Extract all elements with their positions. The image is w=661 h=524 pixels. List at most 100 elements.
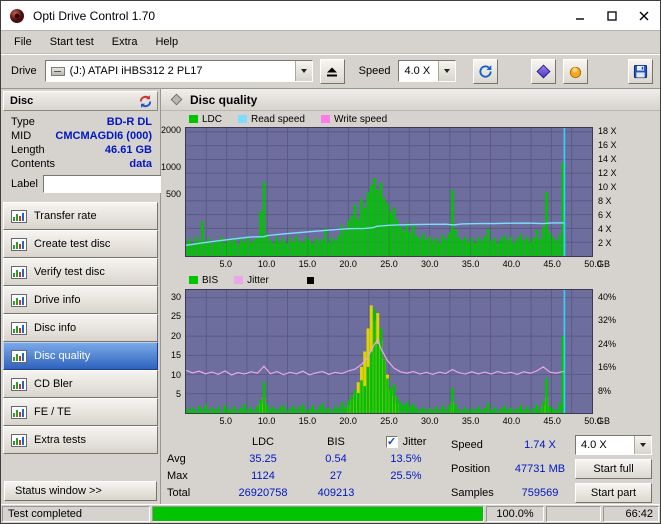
jitter-label: Jitter [402, 435, 427, 448]
chart-icon [11, 237, 27, 251]
axis-label: 5 [175, 389, 181, 400]
axis-label: 15 [170, 350, 181, 361]
legend-swatch [234, 276, 244, 284]
axis-label: 45.0 [543, 259, 561, 269]
sidebar-button-verify-test-disc[interactable]: Verify test disc [3, 258, 158, 286]
chart2-legend: BIS Jitter [189, 274, 314, 286]
sidebar-button-label: Disc quality [34, 350, 91, 362]
speed-dropdown-arrow[interactable] [438, 61, 456, 81]
axis-label: 16 X [598, 139, 617, 150]
max-row: Max 1124 27 25.5% [167, 467, 445, 484]
ldc-column-header: LDC [251, 435, 274, 448]
menu-extra[interactable]: Extra [103, 33, 147, 51]
axis-label: 10.0 [257, 416, 276, 426]
axis-label: 14 X [598, 153, 617, 164]
drive-select[interactable]: (J:) ATAPI iHBS312 2 PL17 [44, 60, 313, 82]
results-area: LDC BIS ✓ Jitter Avg 35.25 0.54 13.5% Ma… [161, 433, 660, 504]
status-window-button[interactable]: Status window >> [4, 481, 157, 501]
axis-label: 2000 [160, 125, 181, 136]
jitter-y-axis: 40% 32% 24% 16% 8% [595, 289, 635, 414]
position-label: Position [451, 463, 491, 475]
speed-value: 4.0 X [404, 65, 431, 77]
axis-label: 2 X [598, 237, 612, 248]
status-text: Test completed [2, 506, 150, 522]
axis-label: 5.0 [219, 416, 233, 426]
disc-header-label: Disc [10, 95, 34, 107]
sidebar-button-label: Verify test disc [34, 266, 105, 278]
axis-label: GB [597, 259, 611, 269]
sidebar-button-cd-bler[interactable]: CD Bler [3, 370, 158, 398]
close-button[interactable] [628, 1, 660, 30]
disc-info-row: MID CMCMAGDI6 (000) [3, 129, 158, 143]
tools-button[interactable] [563, 58, 588, 84]
maximize-button[interactable] [596, 1, 628, 30]
sidebar-button-label: Extra tests [34, 434, 86, 446]
refresh-button[interactable] [473, 58, 499, 84]
disc-quality-quick-button[interactable] [531, 58, 556, 84]
legend-swatch [189, 115, 198, 123]
test-controls: Speed 1.74 X 4.0 X Position 47731 MB Sta… [451, 433, 654, 505]
sidebar-button-drive-info[interactable]: Drive info [3, 286, 158, 314]
drive-icon [50, 66, 65, 76]
axis-label: 16% [598, 362, 617, 373]
start-full-button[interactable]: Start full [575, 459, 652, 479]
start-part-button[interactable]: Start part [575, 483, 652, 503]
disc-type-value: BD-R DL [106, 116, 152, 128]
eject-icon [327, 67, 338, 76]
sidebar-button-transfer-rate[interactable]: Transfer rate [3, 202, 158, 230]
legend-label: Read speed [251, 113, 305, 125]
progress-fill [153, 507, 483, 521]
axis-label: 8 X [598, 195, 612, 206]
results-header-row: LDC BIS ✓ Jitter [167, 433, 445, 450]
disc-mid-value: CMCMAGDI6 (000) [55, 130, 152, 142]
bis-y-axis: 30 25 20 15 10 5 [161, 289, 183, 414]
test-speed-dropdown-arrow[interactable] [634, 436, 651, 454]
max-label: Max [167, 469, 188, 482]
menu-file[interactable]: File [5, 33, 41, 51]
results-table: LDC BIS ✓ Jitter Avg 35.25 0.54 13.5% Ma… [167, 433, 445, 501]
jitter-checkbox[interactable]: ✓ [385, 435, 398, 448]
sidebar-button-label: Drive info [34, 294, 81, 306]
sidebar-button-create-test-disc[interactable]: Create test disc [3, 230, 158, 258]
legend-swatch [320, 115, 330, 123]
refresh-icon [479, 64, 493, 78]
sidebar-button-fe-te[interactable]: FE / TE [3, 398, 158, 426]
axis-label: 40.0 [502, 416, 521, 426]
app-window: Opti Drive Control 1.70 File Start test … [0, 0, 661, 524]
total-ldc: 26920758 [238, 486, 288, 499]
test-speed-select[interactable]: 4.0 X [575, 435, 652, 455]
sidebar-button-extra-tests[interactable]: Extra tests [3, 426, 158, 454]
bis-jitter-chart [185, 289, 593, 414]
label-row: Label [3, 171, 214, 196]
chart-icon [11, 321, 27, 335]
menu-help[interactable]: Help [146, 33, 187, 51]
drive-dropdown-arrow[interactable] [294, 61, 312, 81]
axis-label: 10.0 [257, 259, 276, 269]
rescan-disc-icon[interactable] [138, 94, 153, 109]
jitter-column-header: ✓ Jitter [367, 435, 445, 448]
axis-label: 35.0 [461, 259, 480, 269]
menu-start-test[interactable]: Start test [41, 33, 103, 51]
save-icon [633, 64, 648, 78]
sidebar-button-label: Create test disc [34, 238, 111, 250]
sidebar-button-disc-info[interactable]: Disc info [3, 314, 158, 342]
axis-label: 18 X [598, 126, 617, 136]
ldc-chart [185, 127, 593, 257]
save-button[interactable] [628, 58, 653, 84]
minimize-button[interactable] [564, 1, 596, 30]
ldc-y-axis: 2000 1000 500 [160, 125, 183, 257]
axis-label: 40.0 [502, 259, 521, 269]
chart-icon [11, 265, 27, 279]
label-caption: Label [11, 178, 38, 190]
axis-label: 20.0 [339, 416, 357, 426]
sidebar-button-label: FE / TE [34, 406, 72, 418]
eject-button[interactable] [319, 58, 345, 84]
speed-select[interactable]: 4.0 X [398, 60, 457, 82]
disc-info-row: Length 46.61 GB [3, 143, 158, 157]
legend-swatch [189, 276, 198, 284]
sidebar-button-disc-quality[interactable]: Disc quality [3, 342, 158, 370]
progress-percent: 100.0% [486, 506, 544, 522]
axis-label: 25.0 [380, 416, 398, 426]
axis-label: 30.0 [421, 416, 439, 426]
samples-label: Samples [451, 487, 494, 499]
